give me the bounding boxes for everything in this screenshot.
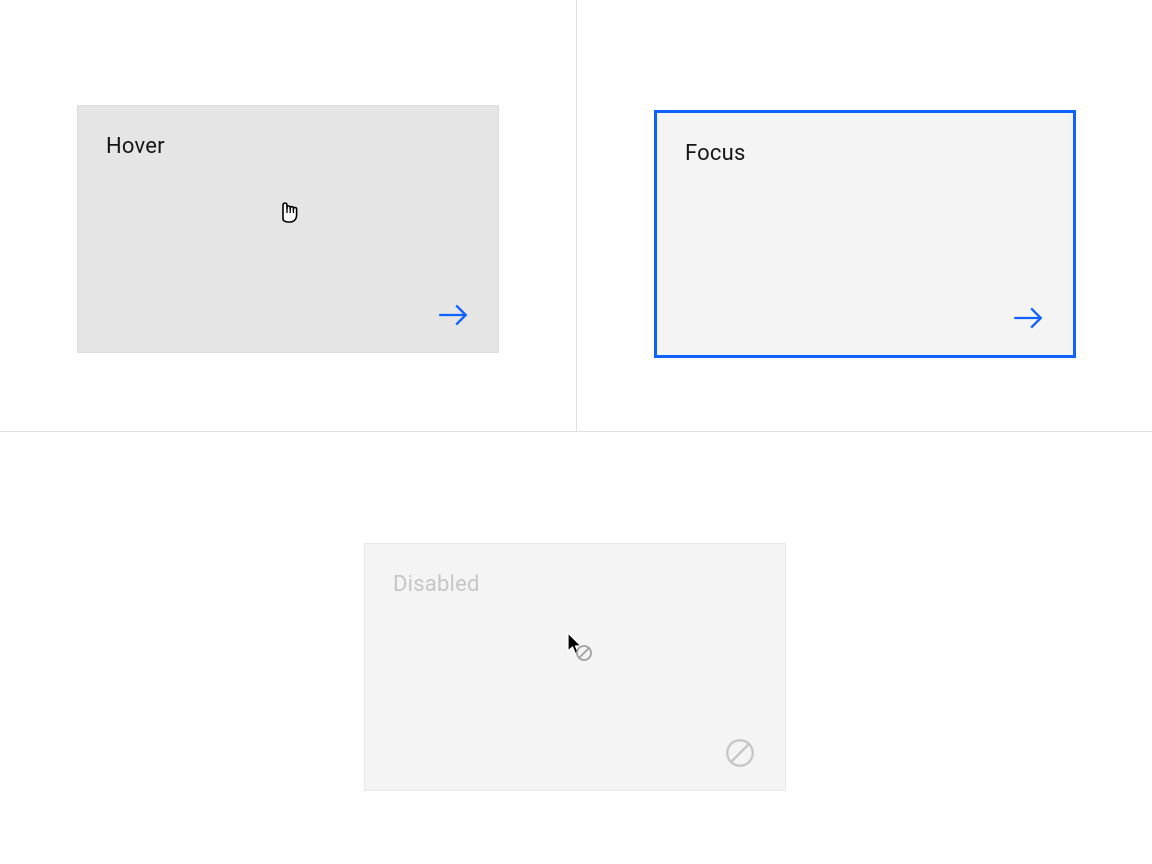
- tile-title: Disabled: [393, 572, 757, 597]
- tile-title: Hover: [106, 134, 470, 159]
- tile-action-row: [685, 301, 1045, 335]
- clickable-tile-hover[interactable]: Hover: [77, 105, 499, 353]
- tile-action-row: [393, 736, 757, 770]
- clickable-tile-disabled: Disabled: [364, 543, 786, 791]
- divider-vertical: [576, 0, 577, 432]
- not-allowed-icon: [723, 736, 757, 770]
- clickable-tile-focus[interactable]: Focus: [654, 110, 1076, 358]
- tile-action-row: [106, 298, 470, 332]
- arrow-right-icon: [436, 298, 470, 332]
- arrow-right-icon: [1011, 301, 1045, 335]
- tile-title: Focus: [685, 141, 1045, 166]
